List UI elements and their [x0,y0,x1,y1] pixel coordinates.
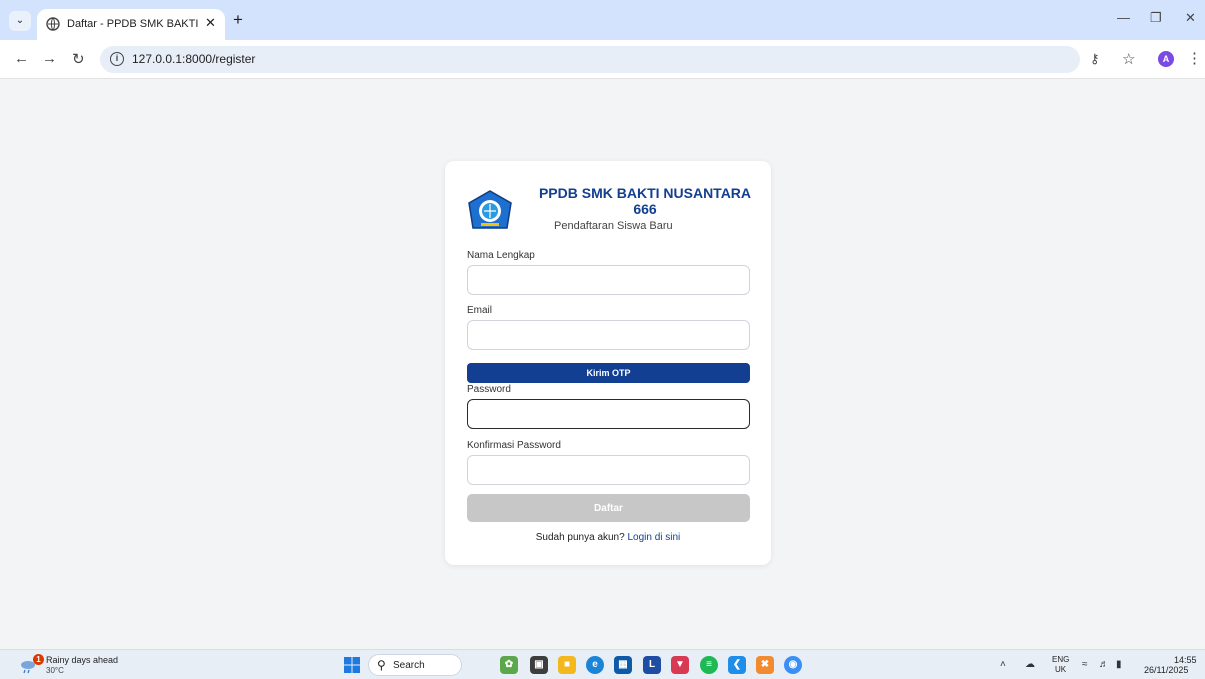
clock-time[interactable]: 14:55 [1174,655,1197,665]
security-app-icon[interactable]: ▼ [671,656,689,674]
login-prompt-text: Sudah punya akun? [535,532,625,543]
address-bar[interactable]: i 127.0.0.1:8000/register ⚷ ☆ [100,46,1135,73]
tab-title: Daftar - PPDB SMK BAKTI NUSA [67,18,199,30]
key-icon[interactable]: ⚷ [1090,51,1100,67]
widgets-app-icon[interactable]: ✿ [500,656,518,674]
spotify-icon[interactable]: ≡ [700,656,718,674]
login-prompt-row: Sudah punya akun? Login di sini [445,532,771,543]
edge-browser-icon[interactable]: e [586,656,604,674]
onedrive-cloud-icon[interactable]: ☁ [1025,659,1035,670]
new-tab-icon[interactable]: + [233,10,243,30]
school-title-line2: 666 [633,201,657,217]
school-title-line1: PPDB SMK BAKTI NUSANTARA [538,185,752,201]
search-icon: ⚲ [377,658,386,672]
email-label: Email [467,305,493,316]
forward-icon[interactable]: → [42,50,57,67]
school-logo-icon [468,190,512,229]
name-input[interactable] [467,265,750,295]
globe-icon [46,17,60,31]
volume-icon[interactable]: ♬ [1099,659,1109,670]
register-button[interactable]: Daftar [467,494,750,522]
windows-taskbar: 1 Rainy days ahead 30°C ⚲ Search ✿ ▣ ■ e… [0,649,1205,679]
xampp-icon[interactable]: ✖ [756,656,774,674]
confirm-password-input[interactable] [467,455,750,485]
weather-alert-badge: 1 [33,654,44,665]
password-input[interactable] [467,399,750,429]
store-app-icon[interactable]: ▦ [614,656,632,674]
address-url[interactable]: 127.0.0.1:8000/register [132,52,255,66]
tab-search-chevron-icon[interactable]: ⌄ [9,11,31,31]
l-app-icon[interactable]: L [643,656,661,674]
chrome-browser-icon[interactable]: ◉ [784,656,802,674]
taskbar-search-label: Search [393,660,425,671]
profile-avatar[interactable]: A [1158,51,1174,67]
password-label: Password [467,384,511,395]
site-info-icon[interactable]: i [110,52,124,66]
vscode-icon[interactable]: ❮ [728,656,746,674]
task-view-icon[interactable]: ▣ [530,656,548,674]
minimize-icon[interactable]: — [1117,10,1130,25]
keyboard-layout[interactable]: UK [1055,665,1066,674]
taskbar-search[interactable]: ⚲ Search [368,654,462,676]
tray-chevron-up-icon[interactable]: ˄ [1000,659,1006,670]
weather-title[interactable]: Rainy days ahead [46,655,118,665]
send-otp-button[interactable]: Kirim OTP [467,363,750,383]
browser-tab-bar: ⌄ Daftar - PPDB SMK BAKTI NUSA ✕ + — ❐ ✕ [0,0,1205,40]
menu-kebab-icon[interactable]: ⋮ [1187,49,1202,67]
school-title: PPDB SMK BAKTI NUSANTARA 666 [527,185,763,217]
browser-tab[interactable]: Daftar - PPDB SMK BAKTI NUSA ✕ [37,9,225,40]
email-input[interactable] [467,320,750,350]
reload-icon[interactable]: ↻ [72,50,85,68]
weather-temp: 30°C [46,666,64,675]
register-card: PPDB SMK BAKTI NUSANTARA 666 Pendaftaran… [445,161,771,565]
wifi-icon[interactable]: ≈ [1082,659,1088,670]
page-subtitle: Pendaftaran Siswa Baru [554,220,673,232]
file-explorer-icon[interactable]: ■ [558,656,576,674]
back-icon[interactable]: ← [14,50,29,67]
bookmark-star-icon[interactable]: ☆ [1122,50,1135,68]
tab-close-icon[interactable]: ✕ [205,15,216,31]
browser-toolbar: ← → ↻ i 127.0.0.1:8000/register ⚷ ☆ A ⋮ [0,40,1205,79]
clock-date[interactable]: 26/11/2025 [1144,665,1188,675]
windows-start-icon[interactable] [344,657,360,673]
login-link[interactable]: Login di sini [627,532,680,543]
restore-icon[interactable]: ❐ [1150,10,1162,26]
confirm-password-label: Konfirmasi Password [467,440,561,451]
close-window-icon[interactable]: ✕ [1185,10,1196,26]
battery-icon[interactable]: ▮ [1116,659,1122,670]
name-label: Nama Lengkap [467,250,535,261]
language-code[interactable]: ENG [1052,655,1069,664]
